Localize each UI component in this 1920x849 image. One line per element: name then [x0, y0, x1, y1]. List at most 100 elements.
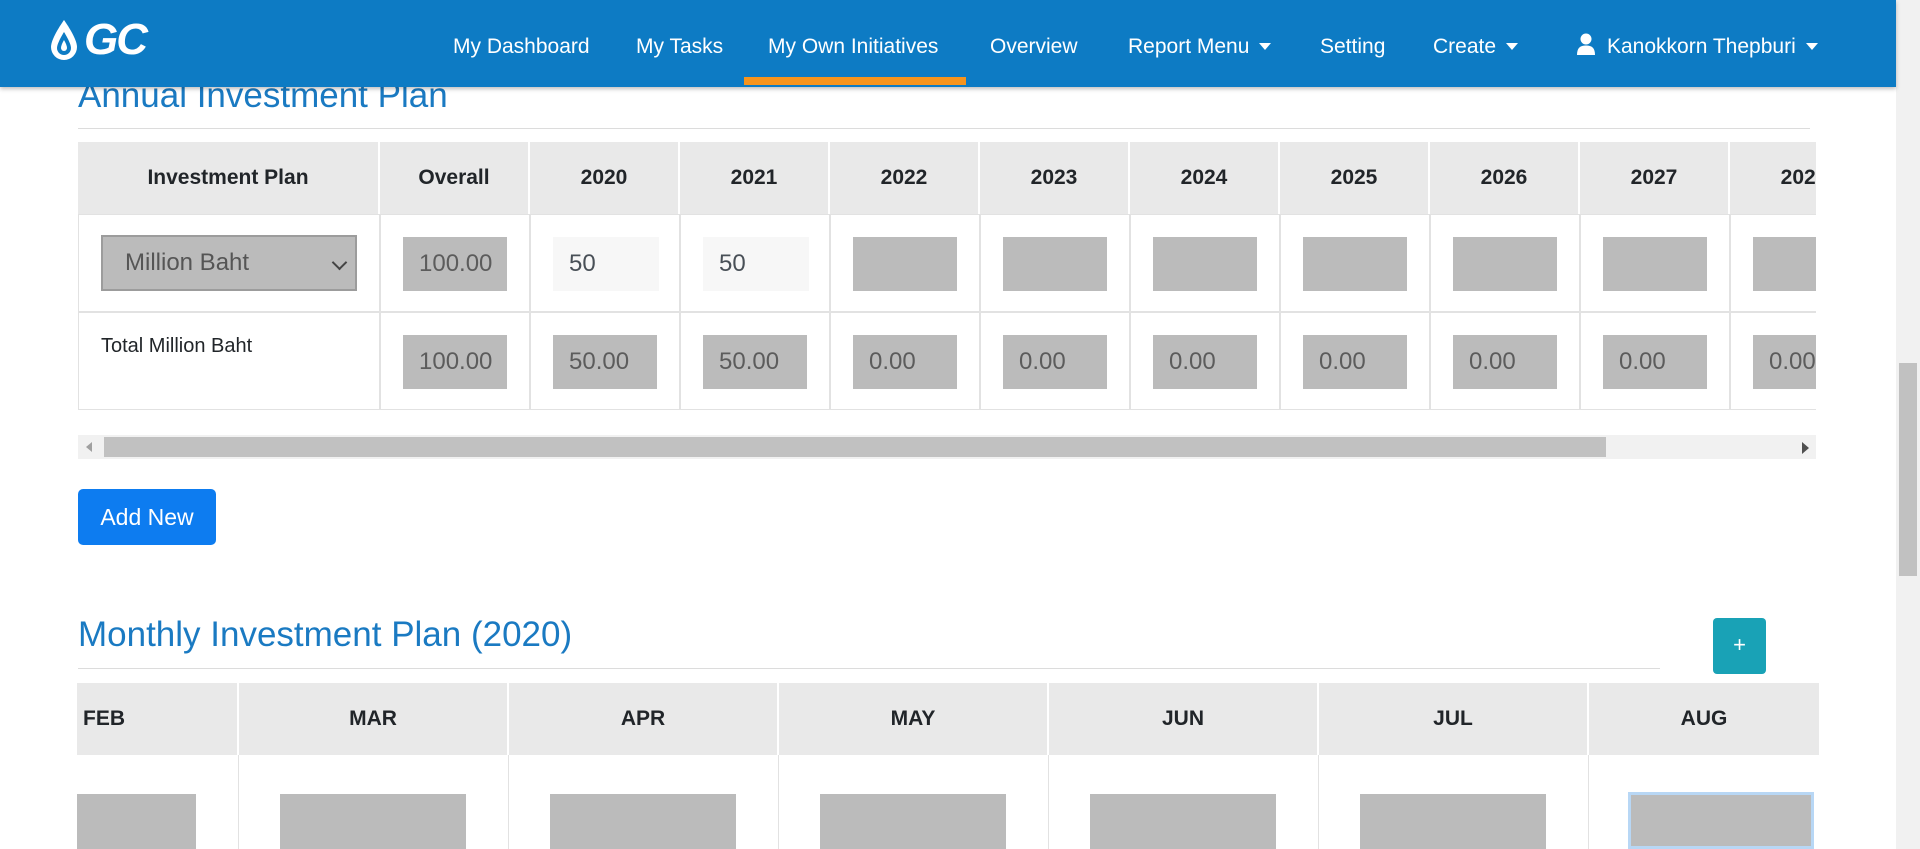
feb-input[interactable] [77, 794, 196, 849]
nav-setting[interactable]: Setting [1320, 0, 1385, 87]
total-2025: 0.00 [1303, 335, 1407, 389]
add-new-button[interactable]: Add New [78, 489, 216, 545]
nav-user-menu[interactable]: Kanokkorn Thepburi [1577, 0, 1818, 87]
total-2021: 50.00 [703, 335, 807, 389]
gc-logo[interactable]: GC [48, 15, 148, 64]
table-cell: 0.00 [1730, 312, 1816, 410]
drop-logo-icon [51, 20, 77, 60]
monthly-investment-plan-title: Monthly Investment Plan (2020) [78, 615, 573, 654]
table-cell [1280, 214, 1430, 312]
cell-total-label: Total Million Baht [78, 312, 380, 410]
year-2026-input[interactable] [1453, 237, 1557, 291]
header-year: 2022 [830, 142, 980, 214]
table-cell [1730, 214, 1816, 312]
total-2028: 0.00 [1753, 335, 1816, 389]
header-year: 2024 [1130, 142, 1280, 214]
year-2028-input[interactable] [1753, 237, 1816, 291]
year-2023-input[interactable] [1003, 237, 1107, 291]
header-month: JUL [1319, 683, 1589, 755]
total-2020: 50.00 [553, 335, 657, 389]
cell-investment-plan: Million Baht [78, 214, 380, 312]
table-cell: 50 [530, 214, 680, 312]
header-overall: Overall [380, 142, 530, 214]
total-2022: 0.00 [853, 335, 957, 389]
nav-report-menu[interactable]: Report Menu [1128, 0, 1272, 87]
header-year: 2027 [1580, 142, 1730, 214]
divider [78, 668, 1660, 669]
table-cell: 0.00 [1130, 312, 1280, 410]
table-cell [1580, 214, 1730, 312]
nav-create-label: Create [1433, 35, 1497, 58]
header-month: APR [509, 683, 779, 755]
header-year: 2028 [1730, 142, 1816, 214]
table-cell: 0.00 [980, 312, 1130, 410]
top-navbar: GC My Dashboard My Tasks My Own Initiati… [0, 0, 1896, 87]
aug-input[interactable] [1628, 792, 1814, 849]
nav-report-menu-label: Report Menu [1128, 35, 1250, 58]
year-2020-input[interactable]: 50 [553, 237, 659, 291]
unit-select-value: Million Baht [125, 249, 250, 276]
table-cell: 0.00 [830, 312, 980, 410]
total-overall: 100.00 [403, 335, 507, 389]
nav-create[interactable]: Create [1433, 0, 1519, 87]
add-month-button[interactable]: + [1713, 618, 1766, 674]
table-cell: 100.00 [380, 312, 530, 410]
nav-my-dashboard[interactable]: My Dashboard [453, 0, 590, 87]
nav-user-name: Kanokkorn Thepburi [1607, 35, 1796, 58]
header-year: 2025 [1280, 142, 1430, 214]
year-2024-input[interactable] [1153, 237, 1257, 291]
may-input[interactable] [820, 794, 1006, 849]
header-month: MAR [239, 683, 509, 755]
apr-input[interactable] [550, 794, 736, 849]
table-cell: 50.00 [530, 312, 680, 410]
header-year: 2021 [680, 142, 830, 214]
year-2022-input[interactable] [853, 237, 957, 291]
jun-input[interactable] [1090, 794, 1276, 849]
caret-down-icon [1805, 43, 1818, 50]
unit-select[interactable]: Million Baht [101, 235, 357, 291]
nav-my-tasks[interactable]: My Tasks [636, 0, 723, 87]
total-2023: 0.00 [1003, 335, 1107, 389]
total-2027: 0.00 [1603, 335, 1707, 389]
nav-overview[interactable]: Overview [990, 0, 1078, 87]
chevron-down-icon [331, 254, 348, 271]
table-cell: 0.00 [1280, 312, 1430, 410]
table-cell: 0.00 [1580, 312, 1730, 410]
divider [78, 128, 1810, 129]
header-year: 2026 [1430, 142, 1580, 214]
total-2024: 0.00 [1153, 335, 1257, 389]
year-2021-input[interactable]: 50 [703, 237, 809, 291]
caret-down-icon [1259, 43, 1272, 50]
annual-investment-table: Investment Plan Overall 2020 2021 2022 2… [78, 142, 1816, 410]
mar-input[interactable] [280, 794, 466, 849]
table-cell [830, 214, 980, 312]
header-month: AUG [1589, 683, 1819, 755]
header-month: JUN [1049, 683, 1319, 755]
total-2026: 0.00 [1453, 335, 1557, 389]
page-scrollbar-thumb[interactable] [1899, 363, 1917, 576]
overall-input[interactable]: 100.00 [403, 237, 507, 291]
header-year: 2023 [980, 142, 1130, 214]
table-cell [980, 214, 1130, 312]
caret-down-icon [1506, 43, 1519, 50]
nav-my-own-initiatives[interactable]: My Own Initiatives [768, 0, 938, 87]
table-cell: 100.00 [380, 214, 530, 312]
header-month: MAY [779, 683, 1049, 755]
year-2027-input[interactable] [1603, 237, 1707, 291]
header-investment-plan: Investment Plan [78, 142, 380, 214]
table-scrollbar-thumb[interactable] [104, 437, 1606, 457]
jul-input[interactable] [1360, 794, 1546, 849]
scroll-left-arrow-icon[interactable] [86, 442, 92, 452]
header-month: FEB [77, 683, 239, 755]
brand-text: GC [84, 15, 148, 64]
header-year: 2020 [530, 142, 680, 214]
active-tab-indicator [744, 77, 966, 85]
table-cell: 0.00 [1430, 312, 1580, 410]
user-icon [1577, 33, 1595, 55]
scroll-right-arrow-icon[interactable] [1802, 442, 1809, 454]
table-cell [1130, 214, 1280, 312]
table-cell: 50.00 [680, 312, 830, 410]
table-cell: 50 [680, 214, 830, 312]
total-row-label: Total Million Baht [101, 335, 253, 357]
year-2025-input[interactable] [1303, 237, 1407, 291]
